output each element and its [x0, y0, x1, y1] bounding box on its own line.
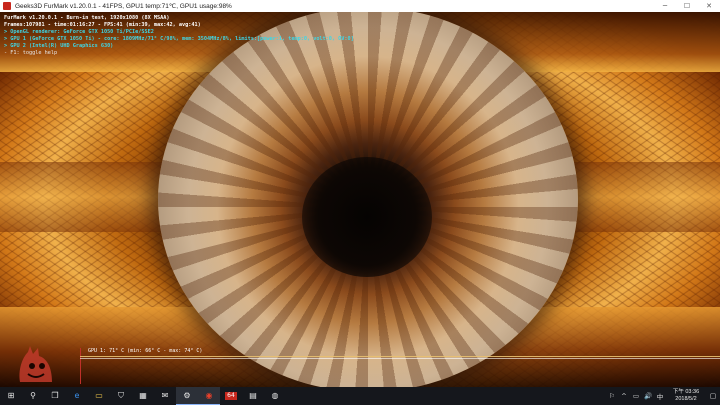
ime-icon[interactable]: 中: [654, 387, 666, 405]
taskbar: ⊞ ⚲ ❒ e ▭ ⛉ ▦ ✉ ⚙ ◉ 64 ▤ ◍ ⚐ ^ ▭ 🔊 中 下午 03:36 2018/5/2 ▢: [0, 387, 720, 405]
furmark-icon: ◉: [205, 390, 213, 400]
settings-icon: ⚙: [183, 390, 191, 400]
task-view-icon: ❒: [51, 391, 59, 400]
osd-gpu1: > GPU 1 (GeForce GTX 1050 Ti) - core: 18…: [4, 36, 354, 42]
donut-center: [302, 157, 432, 277]
gift-icon: ▦: [139, 391, 147, 400]
osd-title: FurMark v1.20.0.1 - Burn-in test, 1920x1…: [4, 15, 170, 21]
taskbar-store-button[interactable]: ⛉: [110, 387, 132, 405]
taskbar-search-button[interactable]: ⚲: [22, 387, 44, 405]
furmark-logo: [19, 346, 52, 382]
tray-icons: ⚐ ^ ▭ 🔊 中: [606, 387, 666, 405]
volume-icon[interactable]: 🔊: [642, 387, 654, 405]
window-title: Geeks3D FurMark v1.20.0.1 - 41FPS, GPU1 …: [15, 3, 232, 10]
taskbar-calendar-button[interactable]: ▤: [242, 387, 264, 405]
temperature-line: [80, 356, 720, 357]
start-icon: ⊞: [7, 391, 15, 400]
graph-label: GPU 1: 71° C (min: 66° C - max: 74° C): [88, 348, 203, 354]
taskbar-edge-button[interactable]: e: [66, 387, 88, 405]
chevron-up-icon[interactable]: ^: [618, 387, 630, 405]
mail-icon: ✉: [161, 391, 169, 400]
battery-icon[interactable]: ▭: [630, 387, 642, 405]
file-explorer-icon: ▭: [95, 391, 103, 400]
taskbar-gift-button[interactable]: ▦: [132, 387, 154, 405]
furmark-window: Geeks3D FurMark v1.20.0.1 - 41FPS, GPU1 …: [0, 0, 720, 405]
taskbar-app-button[interactable]: ◍: [264, 387, 286, 405]
taskbar-app-64-button[interactable]: 64: [220, 387, 242, 405]
clock-time: 下午 03:36: [672, 389, 700, 395]
osd-gpu2: > GPU 2 (Intel(R) UHD Graphics 630): [4, 43, 114, 49]
search-icon: ⚲: [30, 391, 36, 400]
osd-overlay: FurMark v1.20.0.1 - Burn-in test, 1920x1…: [4, 15, 354, 57]
minimize-button[interactable]: ─: [654, 0, 676, 12]
title-bar[interactable]: Geeks3D FurMark v1.20.0.1 - 41FPS, GPU1 …: [0, 0, 720, 12]
taskbar-task-view-button[interactable]: ❒: [44, 387, 66, 405]
maximize-button[interactable]: ☐: [676, 0, 698, 12]
taskbar-file-explorer-button[interactable]: ▭: [88, 387, 110, 405]
store-icon: ⛉: [118, 391, 124, 400]
render-viewport[interactable]: [0, 12, 720, 387]
osd-help: - F1: toggle help: [4, 50, 58, 56]
close-button[interactable]: ✕: [698, 0, 720, 12]
taskbar-furmark-button[interactable]: ◉: [198, 387, 220, 405]
taskbar-items: ⊞ ⚲ ❒ e ▭ ⛉ ▦ ✉ ⚙ ◉ 64 ▤ ◍: [0, 387, 286, 405]
notification-icon[interactable]: ▢: [706, 387, 720, 405]
graph-axis: [80, 348, 81, 384]
taskbar-settings-button[interactable]: ⚙: [176, 387, 198, 405]
window-controls: ─ ☐ ✕: [654, 0, 720, 12]
app-icon: ◍: [271, 391, 279, 400]
edge-icon: e: [74, 391, 80, 400]
temperature-graph: GPU 1: 71° C (min: 66° C - max: 74° C): [80, 348, 720, 384]
clock-date: 2018/5/2: [675, 396, 697, 402]
system-tray: ⚐ ^ ▭ 🔊 中 下午 03:36 2018/5/2 ▢: [606, 387, 720, 405]
taskbar-start-button[interactable]: ⊞: [0, 387, 22, 405]
clock[interactable]: 下午 03:36 2018/5/2: [666, 389, 706, 403]
calendar-icon: ▤: [249, 391, 257, 400]
graph-baseline: [80, 358, 720, 359]
furmark-app-icon: [3, 2, 11, 10]
app-64-icon: 64: [225, 392, 237, 400]
taskbar-mail-button[interactable]: ✉: [154, 387, 176, 405]
osd-frames: Frames:107981 - time:01:16:27 - FPS:41 (…: [4, 22, 201, 28]
osd-renderer: > OpenGL renderer: GeForce GTX 1050 Ti/P…: [4, 29, 154, 35]
pen-icon[interactable]: ⚐: [606, 387, 618, 405]
